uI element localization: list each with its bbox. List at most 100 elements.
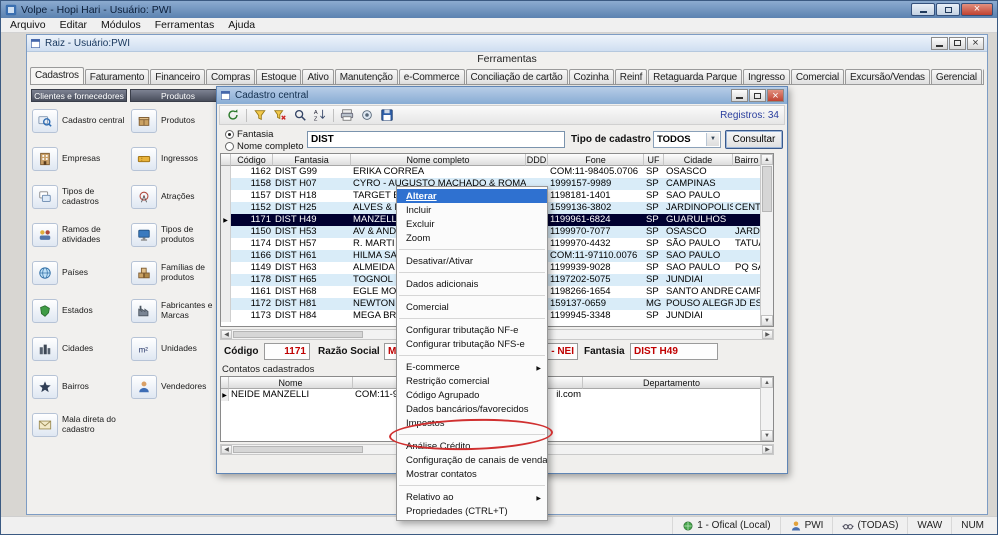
preview-button[interactable]	[357, 107, 377, 124]
cadastro-close-button[interactable]	[767, 89, 784, 102]
tab-compras[interactable]: Compras	[206, 69, 255, 84]
refresh-button[interactable]	[223, 107, 243, 124]
raiz-titlebar[interactable]: Raiz - Usuário:PWI	[27, 35, 987, 52]
tab-cozinha[interactable]: Cozinha	[569, 69, 614, 84]
minimize-button[interactable]	[911, 3, 935, 16]
context-menu-item-codigo-agrupado[interactable]: Código Agrupado	[397, 388, 547, 402]
context-menu-item-incluir[interactable]: Incluir	[397, 203, 547, 217]
context-menu-item-alterar[interactable]: Alterar	[397, 189, 547, 203]
context-menu-item-configurar-tributacao-nfs-e[interactable]: Configurar tributação NFS-e	[397, 337, 547, 351]
sidebar-item-cidades[interactable]: Cidades	[31, 330, 127, 368]
sidebar-item-familias-de-produtos[interactable]: Famílias de produtos	[130, 254, 226, 292]
scrollbar-thumb[interactable]	[233, 446, 363, 453]
sidebar-item-unidades[interactable]: m²Unidades	[130, 330, 226, 368]
context-menu-item-dados-bancarios-favorecidos[interactable]: Dados bancários/favorecidos	[397, 402, 547, 416]
save-button[interactable]	[377, 107, 397, 124]
scroll-right-icon[interactable]	[762, 330, 773, 339]
tab-reinf[interactable]: Reinf	[615, 69, 647, 84]
scrollbar-thumb[interactable]	[762, 166, 772, 212]
raiz-close-button[interactable]	[967, 37, 984, 50]
menubar-item-arquivo[interactable]: Arquivo	[3, 18, 53, 32]
tab-cadastros[interactable]: Cadastros	[30, 67, 84, 84]
context-menu-item-e-commerce[interactable]: E-commerce	[397, 360, 547, 374]
context-menu-item-excluir[interactable]: Excluir	[397, 217, 547, 231]
scrollbar-track[interactable]	[761, 388, 773, 430]
context-menu-item-mostrar-contatos[interactable]: Mostrar contatos	[397, 467, 547, 481]
tab-e-commerce[interactable]: e-Commerce	[399, 69, 465, 84]
tab-conciliacao-de-cartao[interactable]: Conciliação de cartão	[466, 69, 568, 84]
scroll-down-icon[interactable]	[761, 430, 773, 441]
menubar-item-modulos[interactable]: Módulos	[94, 18, 148, 32]
tab-faturamento[interactable]: Faturamento	[85, 69, 150, 84]
context-menu-item-configurar-tributacao-nf-e[interactable]: Configurar tributação NF-e	[397, 323, 547, 337]
sidebar-item-vendedores[interactable]: Vendedores	[130, 368, 226, 406]
tab-ingresso[interactable]: Ingresso	[743, 69, 790, 84]
context-menu-item-zoom[interactable]: Zoom	[397, 231, 547, 245]
context-menu-item-comercial[interactable]: Comercial	[397, 300, 547, 314]
tab-comercial[interactable]: Comercial	[791, 69, 844, 84]
cadastro-titlebar[interactable]: Cadastro central	[217, 87, 787, 104]
printer-button[interactable]	[337, 107, 357, 124]
main-titlebar[interactable]: Volpe - Hopi Hari - Usuário: PWI	[1, 1, 997, 18]
chevron-down-icon[interactable]	[706, 133, 719, 146]
sidebar-item-cadastro-central[interactable]: Cadastro central	[31, 102, 127, 140]
sidebar-item-mala-direta-do-cadastro[interactable]: Mala direta do cadastro	[31, 406, 127, 444]
tab-gerencial[interactable]: Gerencial	[931, 69, 982, 84]
context-menu-item-configuracao-de-canais-de-vendas[interactable]: Configuração de canais de vendas	[397, 453, 547, 467]
scrollbar-track[interactable]	[761, 213, 773, 315]
radio-fantasia[interactable]: Fantasia	[225, 128, 304, 140]
menubar-item-ferramentas[interactable]: Ferramentas	[148, 18, 222, 32]
tab-financeiro[interactable]: Financeiro	[150, 69, 205, 84]
scroll-right-icon[interactable]	[762, 445, 773, 454]
sidebar-item-estados[interactable]: Estados	[31, 292, 127, 330]
tipo-cadastro-select[interactable]: TODOS	[653, 131, 721, 148]
sidebar-item-bairros[interactable]: Bairros	[31, 368, 127, 406]
context-menu-item-relativo-ao[interactable]: Relativo ao	[397, 490, 547, 504]
menubar-item-editar[interactable]: Editar	[53, 18, 94, 32]
sidebar-item-atracoes[interactable]: Atrações	[130, 178, 226, 216]
grid-row[interactable]: 1162DIST G99ERIKA CORREACOM:11-98405.070…	[221, 166, 761, 178]
sidebar-item-ingressos[interactable]: Ingressos	[130, 140, 226, 178]
tab-cortesia[interactable]: Cortesia	[983, 69, 984, 84]
clear-filter-button[interactable]	[270, 107, 290, 124]
sidebar-item-tipos-de-produtos[interactable]: Tipos de produtos	[130, 216, 226, 254]
contacts-vertical-scrollbar[interactable]	[760, 377, 773, 441]
sidebar-item-fabricantes-e-marcas[interactable]: Fabricantes e Marcas	[130, 292, 226, 330]
scroll-up-icon[interactable]	[761, 154, 773, 165]
tab-retaguarda-parque[interactable]: Retaguarda Parque	[648, 69, 742, 84]
close-button[interactable]	[961, 3, 993, 16]
context-menu-item-dados-adicionais[interactable]: Dados adicionais	[397, 277, 547, 291]
sidebar-item-ramos-de-atividades[interactable]: Ramos de atividades	[31, 216, 127, 254]
sidebar-item-empresas[interactable]: Empresas	[31, 140, 127, 178]
scroll-left-icon[interactable]	[221, 445, 232, 454]
sidebar-item-produtos[interactable]: Produtos	[130, 102, 226, 140]
scrollbar-thumb[interactable]	[233, 331, 363, 338]
filter-button[interactable]	[250, 107, 270, 124]
scroll-down-icon[interactable]	[761, 315, 773, 326]
tab-excursao-vendas[interactable]: Excursão/Vendas	[845, 69, 930, 84]
consultar-button[interactable]: Consultar	[725, 130, 783, 149]
search-button[interactable]	[290, 107, 310, 124]
context-menu-item-desativar-ativar[interactable]: Desativar/Ativar	[397, 254, 547, 268]
context-menu-item-restricao-comercial[interactable]: Restrição comercial	[397, 374, 547, 388]
tab-ativo[interactable]: Ativo	[302, 69, 333, 84]
maximize-button[interactable]	[936, 3, 960, 16]
sidebar-item-tipos-de-cadastros[interactable]: Tipos de cadastros	[31, 178, 127, 216]
grid-vertical-scrollbar[interactable]	[760, 154, 773, 326]
context-menu-item-analise-credito[interactable]: Análise Crédito	[397, 439, 547, 453]
context-menu-item-propriedades-ctrl-t[interactable]: Propriedades (CTRL+T)	[397, 504, 547, 518]
scroll-up-icon[interactable]	[761, 377, 773, 388]
cadastro-maximize-button[interactable]	[749, 89, 766, 102]
context-menu-item-impostos[interactable]: Impostos	[397, 416, 547, 430]
sort-az-button[interactable]: AZ	[310, 107, 330, 124]
raiz-restore-button[interactable]	[949, 37, 966, 50]
cadastro-minimize-button[interactable]	[731, 89, 748, 102]
scroll-left-icon[interactable]	[221, 330, 232, 339]
raiz-minimize-button[interactable]	[931, 37, 948, 50]
search-input[interactable]	[307, 131, 565, 148]
radio-nome-completo[interactable]: Nome completo	[225, 140, 304, 152]
tab-estoque[interactable]: Estoque	[256, 69, 301, 84]
sidebar-item-paises[interactable]: Países	[31, 254, 127, 292]
menubar-item-ajuda[interactable]: Ajuda	[221, 18, 262, 32]
tab-manutencao[interactable]: Manutenção	[335, 69, 398, 84]
